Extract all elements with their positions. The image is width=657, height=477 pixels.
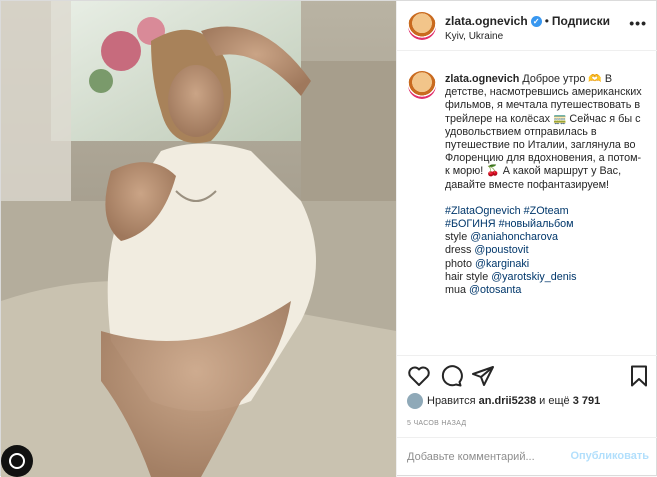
- share-icon[interactable]: [471, 364, 495, 388]
- author-username-link[interactable]: zlata.ognevich: [445, 14, 528, 28]
- header-author-line: zlata.ognevich ✓ • Подписки: [445, 14, 610, 28]
- heart-icon[interactable]: [407, 364, 431, 388]
- hashtag-line[interactable]: #БОГИНЯ #новыйальбом: [445, 218, 645, 231]
- action-bar: [397, 355, 657, 395]
- author-avatar[interactable]: [408, 12, 436, 40]
- credit-line: dress @poustovit: [445, 244, 645, 257]
- credit-handle-link[interactable]: @poustovit: [474, 244, 528, 256]
- post-sidebar: zlata.ognevich ✓ • Подписки Kyiv, Ukraine •…: [396, 1, 657, 477]
- post-photo[interactable]: [1, 1, 396, 477]
- publish-button[interactable]: Опубликовать: [570, 450, 649, 462]
- comment-input[interactable]: [407, 448, 582, 466]
- likes-prefix: Нравится: [427, 394, 479, 407]
- credit-handle-link[interactable]: @otosanta: [469, 284, 521, 296]
- likes-suffix: и ещё: [536, 394, 573, 407]
- credit-line: hair style @yarotskiy_denis: [445, 271, 645, 284]
- caption-body: Доброе утро 🫶 В детстве, насмотревшись а…: [445, 73, 642, 191]
- liker-username-link[interactable]: an.drii5238: [479, 395, 536, 407]
- credit-label: style: [445, 231, 471, 244]
- floating-profile-button[interactable]: [1, 445, 33, 477]
- post-header: zlata.ognevich ✓ • Подписки Kyiv, Ukraine •…: [397, 1, 657, 51]
- hashtag-line[interactable]: #ZlataOgnevich #ZOteam: [445, 205, 645, 218]
- credit-line: style @aniahoncharova: [445, 231, 645, 244]
- instagram-post: zlata.ognevich ✓ • Подписки Kyiv, Ukraine •…: [0, 0, 657, 477]
- credit-handle-link[interactable]: @yarotskiy_denis: [491, 271, 576, 283]
- likes-summary: Нравится an.drii5238 и ещё 3 791: [407, 393, 600, 409]
- separator-dot: •: [544, 14, 549, 28]
- following-button[interactable]: Подписки: [552, 14, 610, 28]
- bookmark-icon[interactable]: [627, 364, 651, 388]
- more-options-icon[interactable]: •••: [629, 15, 647, 31]
- liker-avatar[interactable]: [407, 393, 423, 409]
- circle-icon: [9, 453, 25, 469]
- comment-icon[interactable]: [439, 364, 463, 388]
- comment-form: Опубликовать: [397, 437, 657, 477]
- post-photo-image: [1, 1, 396, 477]
- caption-text: zlata.ognevich Доброе утро 🫶 В детстве, …: [445, 73, 645, 297]
- caption-username-link[interactable]: zlata.ognevich: [445, 73, 519, 85]
- credit-line: mua @otosanta: [445, 284, 645, 297]
- likes-count-link[interactable]: 3 791: [573, 395, 601, 407]
- verified-badge-icon: ✓: [530, 16, 542, 27]
- post-timestamp[interactable]: 5 ЧАСОВ НАЗАД: [407, 420, 466, 427]
- location-link[interactable]: Kyiv, Ukraine: [445, 31, 503, 42]
- credit-label: hair style: [445, 270, 492, 283]
- credit-handle-link[interactable]: @aniahoncharova: [470, 231, 558, 243]
- credit-label: dress: [445, 244, 475, 257]
- credit-line: photo @karginaki: [445, 258, 645, 271]
- credit-handle-link[interactable]: @karginaki: [475, 258, 529, 270]
- credit-label: photo: [445, 257, 476, 270]
- caption-avatar[interactable]: [408, 71, 436, 99]
- credit-label: mua: [445, 284, 470, 297]
